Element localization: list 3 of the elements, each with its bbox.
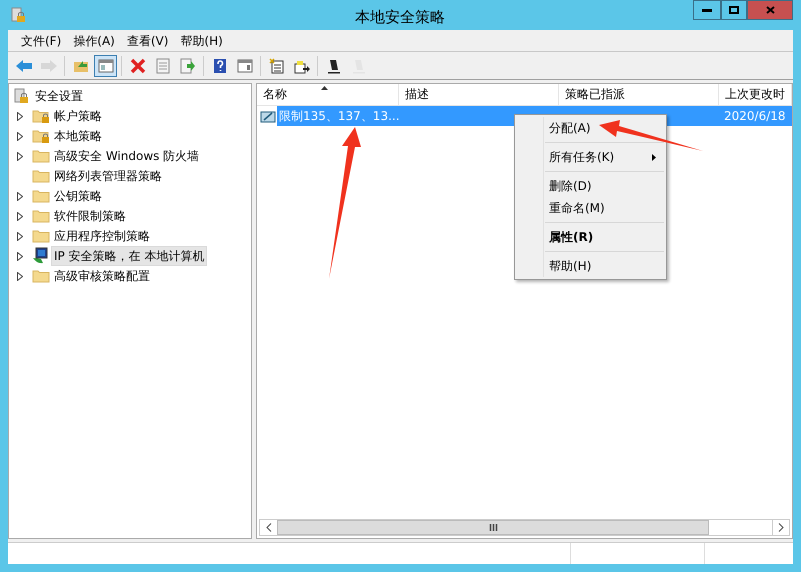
window-title: 本地安全策略 [355, 7, 445, 28]
table-cell-text: 2020/6/18 [724, 108, 787, 125]
table-cell-text: 限制135、137、13... [278, 108, 401, 125]
